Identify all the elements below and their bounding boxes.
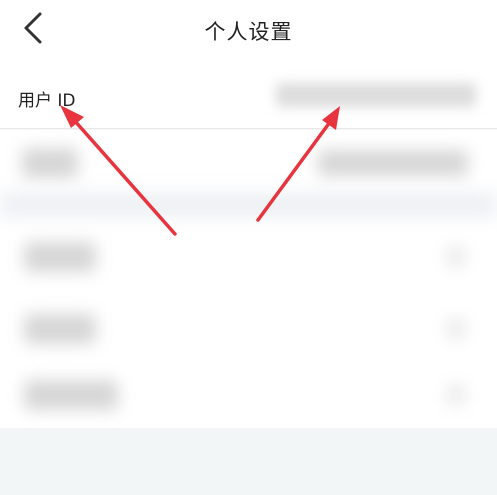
blurred-item-label bbox=[24, 242, 96, 272]
user-id-label: 用户 ID bbox=[18, 91, 76, 111]
blurred-chevron bbox=[446, 318, 466, 340]
blurred-item-label bbox=[24, 314, 96, 344]
blurred-item-label bbox=[22, 148, 78, 178]
blurred-item-value bbox=[318, 150, 468, 176]
user-id-row[interactable]: 用户 ID bbox=[0, 66, 497, 129]
blurred-chevron bbox=[446, 384, 466, 406]
blurred-chevron bbox=[446, 246, 466, 268]
blurred-divider bbox=[0, 192, 497, 218]
user-id-value-redacted bbox=[276, 83, 476, 107]
personal-settings-page: 个人设置 用户 ID bbox=[0, 0, 497, 495]
blurred-item-label bbox=[24, 380, 118, 410]
top-bar: 个人设置 bbox=[0, 0, 497, 66]
bottom-area bbox=[0, 428, 497, 495]
page-title: 个人设置 bbox=[204, 20, 293, 44]
